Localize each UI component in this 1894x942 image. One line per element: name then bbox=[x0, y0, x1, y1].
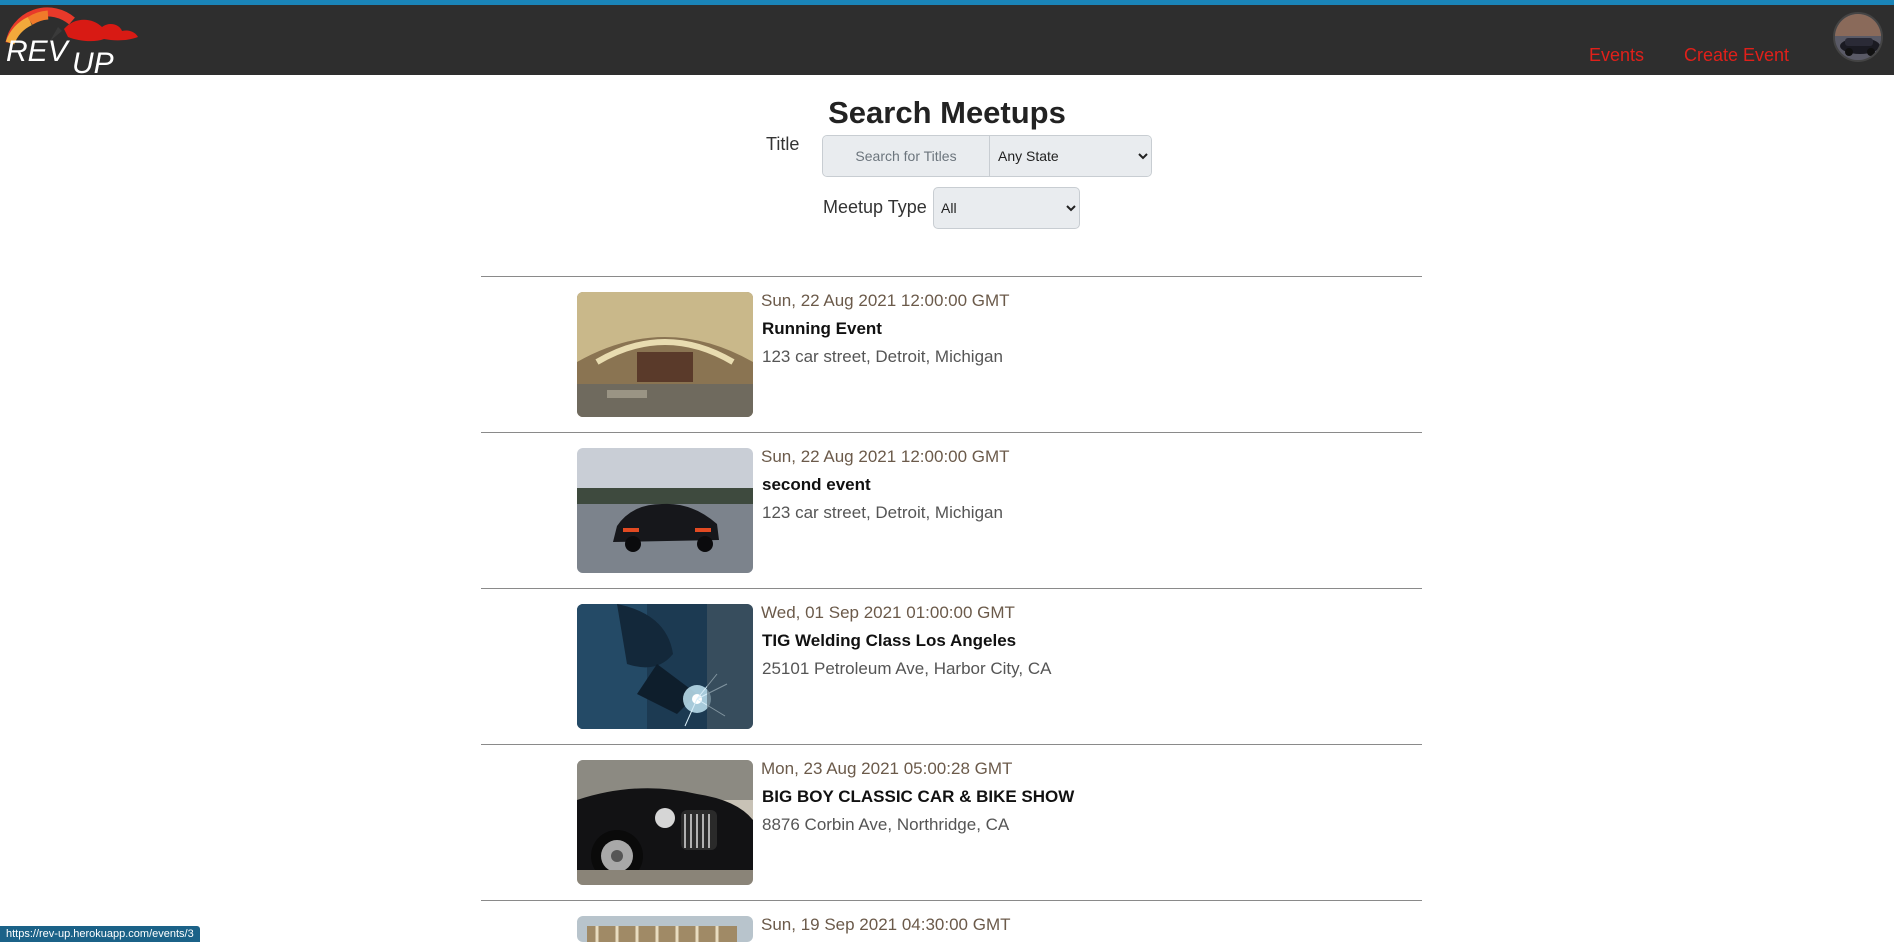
event-thumbnail[interactable] bbox=[577, 448, 753, 573]
title-label: Title bbox=[766, 134, 800, 154]
event-list-item[interactable]: Sun, 22 Aug 2021 12:00:00 GMT second eve… bbox=[481, 432, 1422, 588]
event-date: Sun, 22 Aug 2021 12:00:00 GMT bbox=[761, 291, 1010, 310]
search-group: Any State bbox=[822, 135, 1152, 177]
nav-create-event-link[interactable]: Create Event bbox=[1684, 45, 1789, 66]
event-address: 123 car street, Detroit, Michigan bbox=[762, 503, 1003, 522]
event-list-item[interactable]: Wed, 01 Sep 2021 01:00:00 GMT TIG Weldin… bbox=[481, 588, 1422, 744]
svg-text:REV: REV bbox=[6, 35, 71, 68]
nav-events-link[interactable]: Events bbox=[1589, 45, 1644, 66]
state-select[interactable]: Any State bbox=[989, 136, 1151, 176]
event-thumbnail[interactable] bbox=[577, 916, 753, 942]
event-thumbnail[interactable] bbox=[577, 604, 753, 729]
event-list-item[interactable]: Mon, 23 Aug 2021 05:00:28 GMT BIG BOY CL… bbox=[481, 744, 1422, 900]
event-list-item[interactable]: Sun, 19 Sep 2021 04:30:00 GMT bbox=[481, 900, 1422, 942]
event-date: Sun, 22 Aug 2021 12:00:00 GMT bbox=[761, 447, 1010, 466]
title-search-input[interactable] bbox=[823, 136, 989, 176]
svg-text:UP: UP bbox=[72, 47, 114, 77]
event-date: Wed, 01 Sep 2021 01:00:00 GMT bbox=[761, 603, 1015, 622]
event-thumbnail[interactable] bbox=[577, 760, 753, 885]
event-date: Mon, 23 Aug 2021 05:00:28 GMT bbox=[761, 759, 1013, 778]
top-navbar: REV UP Events Create Event bbox=[0, 0, 1894, 80]
event-title[interactable]: second event bbox=[762, 475, 871, 495]
event-address: 123 car street, Detroit, Michigan bbox=[762, 347, 1003, 366]
event-title[interactable]: Running Event bbox=[762, 319, 882, 339]
event-title[interactable]: BIG BOY CLASSIC CAR & BIKE SHOW bbox=[762, 787, 1074, 807]
status-bar-url: https://rev-up.herokuapp.com/events/3 bbox=[0, 926, 200, 942]
page-title: Search Meetups bbox=[828, 95, 1066, 130]
meetup-type-select[interactable]: All bbox=[933, 187, 1080, 229]
user-avatar[interactable] bbox=[1833, 12, 1883, 62]
meetup-type-label: Meetup Type bbox=[823, 197, 927, 217]
event-date: Sun, 19 Sep 2021 04:30:00 GMT bbox=[761, 915, 1011, 934]
event-thumbnail[interactable] bbox=[577, 292, 753, 417]
event-title[interactable]: TIG Welding Class Los Angeles bbox=[762, 631, 1016, 651]
event-address: 8876 Corbin Ave, Northridge, CA bbox=[762, 815, 1010, 834]
event-list-item[interactable]: Sun, 22 Aug 2021 12:00:00 GMT Running Ev… bbox=[481, 276, 1422, 432]
event-address: 25101 Petroleum Ave, Harbor City, CA bbox=[762, 659, 1052, 678]
revup-logo[interactable]: REV UP bbox=[2, 7, 142, 80]
